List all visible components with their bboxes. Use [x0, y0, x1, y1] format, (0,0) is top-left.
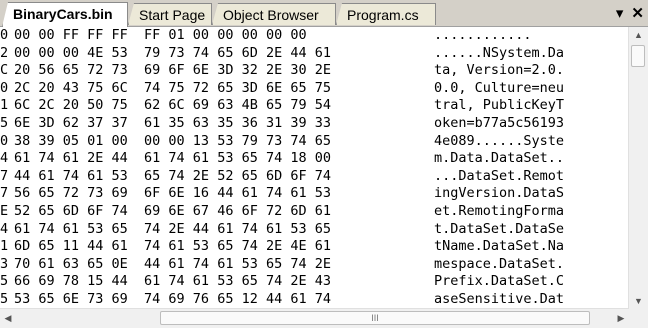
hex-row: 7 56 65 72 73 69 6F 6E 16 44 61 74 61 53 i… [0, 185, 629, 203]
hex-row-address: 5 [0, 273, 9, 290]
hex-row: 5 66 69 78 15 44 61 74 61 53 65 74 2E 43 P… [0, 273, 629, 291]
hex-row-ascii: aseSensitive.Dat [434, 290, 565, 307]
scroll-right-arrow-icon[interactable]: ▶ [613, 309, 629, 328]
hex-row-bytes: 6C 2C 20 50 75 62 6C 69 63 4B 65 79 54 [14, 97, 331, 114]
hex-row-ascii: mespace.DataSet. [434, 255, 565, 272]
hex-row-ascii: tral, PublicKeyT [434, 97, 565, 114]
hex-row-address: 0 [0, 27, 9, 43]
editor-window: BinaryCars.bin Start Page Object Browser… [0, 0, 648, 328]
hex-row-ascii: ingVersion.DataS [434, 185, 565, 202]
hex-row: 5 53 65 6E 73 69 74 69 76 65 12 44 61 74 a… [0, 291, 629, 309]
hex-row-address: 5 [0, 114, 9, 131]
hex-row-bytes: 61 74 61 2E 44 61 74 61 53 65 74 18 00 [14, 150, 331, 167]
hex-row: 4 61 74 61 53 65 74 2E 44 61 74 61 53 65 t… [0, 221, 629, 239]
hex-row-ascii: m.Data.DataSet.. [434, 150, 565, 167]
hex-row-ascii: tName.DataSet.Na [434, 238, 565, 255]
tab-binarycars-bin[interactable]: BinaryCars.bin [2, 2, 128, 27]
hex-row-bytes: 2C 20 43 75 6C 74 75 72 65 3D 6E 65 75 [14, 79, 331, 96]
hex-row: 1 6D 65 11 44 61 74 61 53 65 74 2E 4E 61 t… [0, 238, 629, 256]
hex-row: 4 61 74 61 2E 44 61 74 61 53 65 74 18 00 m… [0, 150, 629, 168]
hex-row: 0 00 00 FF FF FF FF 01 00 00 00 00 00....… [0, 27, 629, 45]
hex-row-bytes: 61 74 61 53 65 74 2E 44 61 74 61 53 65 [14, 220, 331, 237]
hex-row-ascii: ............ [434, 27, 532, 43]
hex-row-address: C [0, 62, 9, 79]
hex-row-address: 5 [0, 290, 9, 307]
tab-start-page[interactable]: Start Page [128, 3, 212, 25]
hex-row-bytes: 52 65 6D 6F 74 69 6E 67 46 6F 72 6D 61 [14, 202, 331, 219]
hex-row-address: 4 [0, 150, 9, 167]
hex-row-address: 4 [0, 220, 9, 237]
hex-row-bytes: 00 00 00 4E 53 79 73 74 65 6D 2E 44 61 [14, 44, 331, 61]
tab-program-cs[interactable]: Program.cs [336, 3, 436, 25]
chevron-down-icon[interactable]: ▾ [616, 4, 624, 22]
hex-row-bytes: 66 69 78 15 44 61 74 61 53 65 74 2E 43 [14, 273, 331, 290]
tab-object-browser[interactable]: Object Browser [212, 3, 336, 25]
grip-icon: III [371, 313, 379, 323]
hex-row-ascii: t.DataSet.DataSe [434, 220, 565, 237]
hex-row-ascii: 0.0, Culture=neu [434, 79, 565, 96]
hex-row-address: 2 [0, 44, 9, 61]
hex-row-address: E [0, 202, 9, 219]
hex-row-bytes: 56 65 72 73 69 6F 6E 16 44 61 74 61 53 [14, 185, 331, 202]
hex-row: 0 2C 20 43 75 6C 74 75 72 65 3D 6E 65 75 0… [0, 80, 629, 98]
hex-row-address: 0 [0, 132, 9, 149]
hex-row-ascii: 4e089......Syste [434, 132, 565, 149]
hex-row: C 20 56 65 72 73 69 6F 6E 3D 32 2E 30 2E t… [0, 62, 629, 80]
horizontal-scroll-thumb[interactable]: III [160, 311, 590, 325]
hex-row-ascii: ......NSystem.Da [434, 44, 565, 61]
hex-row-ascii: et.RemotingForma [434, 202, 565, 219]
hex-row: 0 38 39 05 01 00 00 00 13 53 79 73 74 65 4… [0, 133, 629, 151]
hex-row-ascii: ...DataSet.Remot [434, 167, 565, 184]
hex-row: 5 6E 3D 62 37 37 61 35 63 35 36 31 39 33 o… [0, 115, 629, 133]
hex-row-bytes: 6E 3D 62 37 37 61 35 63 35 36 31 39 33 [14, 114, 331, 131]
hex-row-address: 1 [0, 97, 9, 114]
vertical-scrollbar[interactable]: ▲ ▼ [628, 27, 648, 309]
hex-row-bytes: 44 61 74 61 53 65 74 2E 52 65 6D 6F 74 [14, 167, 331, 184]
tab-controls: ▾ ✕ [616, 4, 644, 22]
scrollbar-corner [629, 309, 648, 328]
scroll-down-arrow-icon[interactable]: ▼ [629, 293, 648, 309]
scroll-left-arrow-icon[interactable]: ◀ [0, 309, 16, 328]
hex-row-address: 1 [0, 238, 9, 255]
hex-row-bytes: 6D 65 11 44 61 74 61 53 65 74 2E 4E 61 [14, 238, 331, 255]
hex-row: 3 70 61 63 65 0E 44 61 74 61 53 65 74 2E m… [0, 256, 629, 274]
hex-row: 1 6C 2C 20 50 75 62 6C 69 63 4B 65 79 54 t… [0, 97, 629, 115]
hex-row-bytes: 38 39 05 01 00 00 00 13 53 79 73 74 65 [14, 132, 331, 149]
hex-row-ascii: ta, Version=2.0. [434, 62, 565, 79]
vertical-scroll-thumb[interactable] [631, 45, 645, 67]
hex-row-address: 7 [0, 185, 9, 202]
hex-row-bytes: 70 61 63 65 0E 44 61 74 61 53 65 74 2E [14, 255, 331, 272]
hex-row-bytes: 00 00 FF FF FF FF 01 00 00 00 00 00 [14, 27, 307, 43]
scroll-up-arrow-icon[interactable]: ▲ [629, 27, 648, 43]
hex-row-bytes: 53 65 6E 73 69 74 69 76 65 12 44 61 74 [14, 290, 331, 307]
hex-row: E 52 65 6D 6F 74 69 6E 67 46 6F 72 6D 61 e… [0, 203, 629, 221]
hex-row-ascii: oken=b77a5c56193 [434, 114, 565, 131]
hex-row-address: 3 [0, 255, 9, 272]
tab-strip: BinaryCars.bin Start Page Object Browser… [0, 0, 648, 27]
hex-row-address: 7 [0, 167, 9, 184]
hex-editor-content[interactable]: 0 00 00 FF FF FF FF 01 00 00 00 00 00....… [0, 27, 629, 309]
hex-row: 7 44 61 74 61 53 65 74 2E 52 65 6D 6F 74.… [0, 168, 629, 186]
hex-row-bytes: 20 56 65 72 73 69 6F 6E 3D 32 2E 30 2E [14, 62, 331, 79]
hex-row-address: 0 [0, 79, 9, 96]
hex-row: 2 00 00 00 4E 53 79 73 74 65 6D 2E 44 61.… [0, 45, 629, 63]
close-icon[interactable]: ✕ [631, 4, 644, 22]
horizontal-scrollbar[interactable]: ◀ III ▶ [0, 308, 629, 328]
hex-row-ascii: Prefix.DataSet.C [434, 273, 565, 290]
